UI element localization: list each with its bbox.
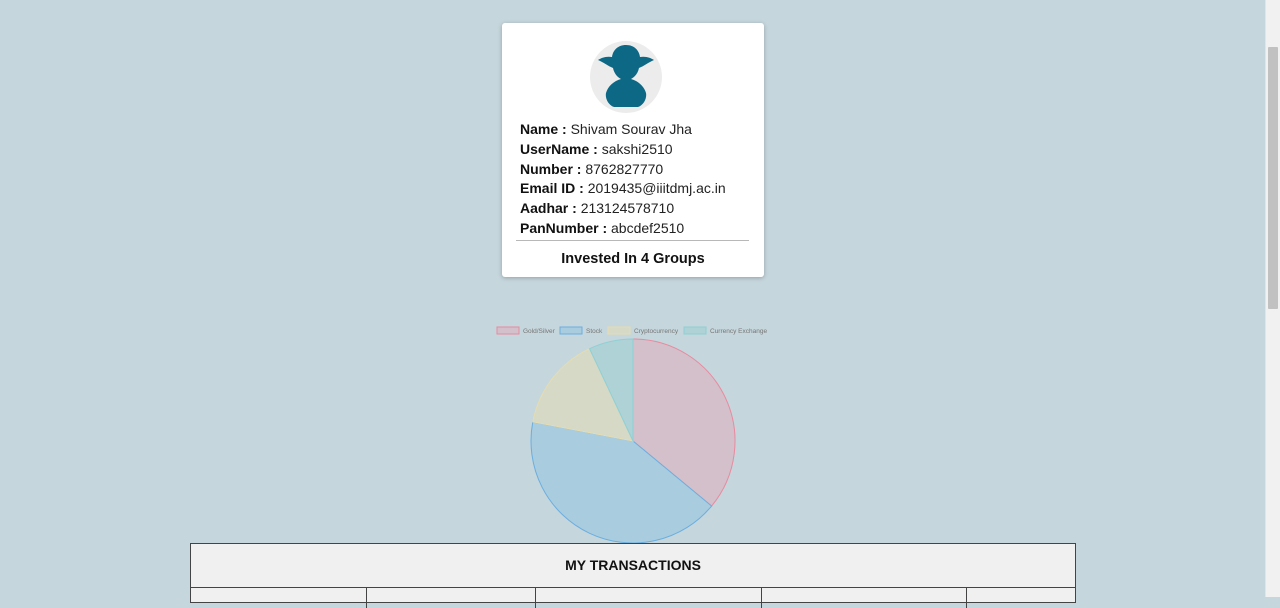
invested-groups-text: Invested In 4 Groups bbox=[561, 251, 705, 267]
pannumber-label: PanNumber : bbox=[520, 219, 608, 236]
number-value: 8762827770 bbox=[585, 160, 664, 177]
page-scrollbar[interactable] bbox=[1265, 0, 1280, 597]
legend-label-currency-exchange[interactable]: Currency Exchange bbox=[710, 328, 767, 335]
legend-swatch-currency-exchange[interactable] bbox=[683, 326, 707, 335]
legend-swatch-gold-silver[interactable] bbox=[496, 326, 520, 335]
table-column-divider bbox=[535, 588, 536, 608]
detail-username: UserName : sakshi2510 bbox=[520, 140, 750, 160]
email-label: Email ID : bbox=[520, 180, 584, 197]
detail-aadhar: Aadhar : 213124578710 bbox=[520, 199, 750, 219]
detail-email: Email ID : 2019435@iiitdmj.ac.in bbox=[520, 179, 750, 199]
legend-label-stock[interactable]: Stock bbox=[586, 328, 603, 335]
legend-swatch-stock[interactable] bbox=[559, 326, 583, 335]
email-value: 2019435@iiitdmj.ac.in bbox=[587, 180, 726, 197]
aadhar-label: Aadhar : bbox=[520, 200, 577, 217]
avatar bbox=[590, 41, 662, 113]
legend-label-gold-silver[interactable]: Gold/Silver bbox=[523, 328, 556, 335]
detail-pannumber: PanNumber : abcdef2510 bbox=[520, 219, 750, 239]
username-value: sakshi2510 bbox=[601, 140, 673, 157]
table-column-divider bbox=[366, 588, 367, 608]
aadhar-value: 213124578710 bbox=[580, 200, 675, 217]
name-value: Shivam Sourav Jha bbox=[570, 121, 692, 137]
detail-number: Number : 8762827770 bbox=[520, 160, 750, 180]
profile-card: Name : Shivam Sourav Jha UserName : saks… bbox=[502, 23, 764, 277]
scrollbar-thumb[interactable] bbox=[1268, 47, 1278, 309]
legend-label-cryptocurrency[interactable]: Cryptocurrency bbox=[634, 328, 679, 335]
card-divider bbox=[516, 240, 749, 241]
name-label: Name : bbox=[520, 121, 567, 137]
pannumber-value: abcdef2510 bbox=[611, 219, 685, 236]
user-silhouette-icon bbox=[598, 45, 654, 107]
investment-pie-chart[interactable]: Gold/Silver Stock Cryptocurrency Currency E… bbox=[480, 320, 790, 545]
profile-details: Name : Shivam Sourav Jha UserName : saks… bbox=[520, 120, 750, 239]
detail-name: Name : Shivam Sourav Jha bbox=[520, 120, 750, 140]
number-label: Number : bbox=[520, 160, 582, 177]
transactions-title: MY TRANSACTIONS bbox=[191, 544, 1075, 588]
table-column-divider bbox=[966, 588, 967, 608]
table-column-divider bbox=[761, 588, 762, 608]
username-label: UserName : bbox=[520, 140, 598, 157]
transactions-table: MY TRANSACTIONS bbox=[190, 543, 1076, 608]
legend-swatch-cryptocurrency[interactable] bbox=[607, 326, 631, 335]
